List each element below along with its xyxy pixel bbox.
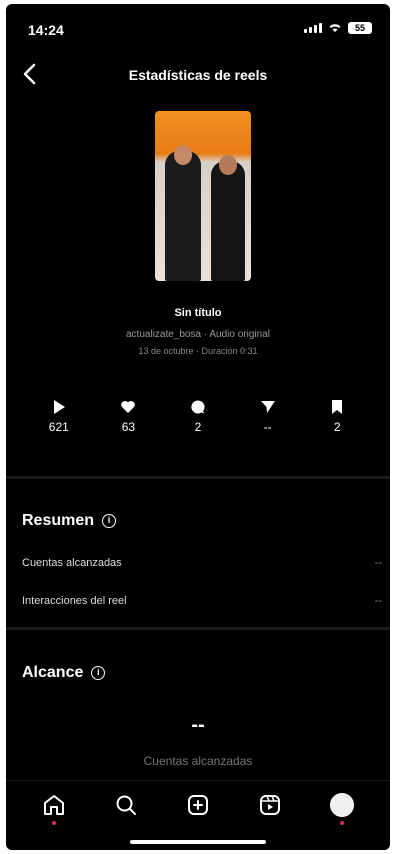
row-label: Interacciones del reel	[22, 595, 127, 607]
stat-comments: 2	[173, 398, 223, 434]
tab-search[interactable]	[108, 793, 144, 829]
avatar	[330, 793, 354, 817]
reach-title: Alcance	[22, 664, 84, 681]
stat-shares: --	[243, 398, 293, 434]
status-time: 14:24	[28, 22, 64, 38]
notification-dot	[52, 821, 56, 825]
home-indicator	[130, 840, 266, 844]
status-icons: 55	[304, 22, 372, 34]
tab-home[interactable]	[36, 793, 72, 829]
stat-value: 63	[121, 420, 136, 434]
stat-plays: 621	[34, 398, 84, 434]
divider	[6, 627, 390, 630]
plus-square-icon	[188, 795, 208, 815]
reach-label: Cuentas alcanzadas	[143, 754, 253, 768]
tab-profile[interactable]	[324, 793, 360, 829]
stat-value: 621	[48, 420, 69, 434]
info-icon[interactable]: i	[91, 666, 106, 680]
row-value: --	[374, 557, 382, 569]
info-icon[interactable]: i	[102, 514, 117, 528]
battery-icon: 55	[348, 22, 372, 34]
summary-row-reached[interactable]: Cuentas alcanzadas --	[22, 557, 382, 569]
stat-value: --	[263, 420, 272, 434]
tab-reels[interactable]	[252, 793, 288, 829]
share-icon	[260, 401, 275, 413]
bookmark-icon	[332, 400, 343, 414]
comment-icon	[191, 400, 205, 414]
row-value: --	[374, 595, 382, 607]
wifi-icon	[329, 24, 341, 32]
summary-row-interactions[interactable]: Interacciones del reel --	[22, 595, 382, 607]
divider	[6, 476, 390, 479]
signal-icon	[304, 23, 322, 33]
status-bar: 14:24 55	[6, 4, 390, 52]
heart-icon	[121, 401, 136, 413]
home-icon	[44, 795, 64, 815]
reel-name: Sin título	[174, 307, 222, 319]
header: Estadísticas de reels	[6, 60, 390, 92]
stat-value: 2	[333, 420, 341, 434]
summary-title: Resumen	[22, 512, 95, 529]
summary-section-title: Resumen i	[22, 512, 117, 530]
reel-audio[interactable]: actualizate_bosa · Audio original	[6, 329, 390, 340]
tab-create[interactable]	[180, 793, 216, 829]
stats-row: 621 63 2 -- 2	[6, 398, 390, 434]
row-label: Cuentas alcanzadas	[22, 557, 122, 569]
phone-screen: 14:24 55 Estadísticas de reels Sin títul…	[6, 4, 390, 850]
page-title: Estadísticas de reels	[128, 67, 268, 83]
search-icon	[116, 795, 136, 815]
notification-dot	[340, 821, 344, 825]
stat-value: 2	[194, 420, 202, 434]
stat-saves: 2	[312, 398, 362, 434]
reel-meta: Sin título actualizate_bosa · Audio orig…	[6, 307, 390, 356]
stat-likes: 63	[103, 398, 153, 434]
reel-thumbnail[interactable]	[155, 111, 251, 281]
reach-section-title: Alcance i	[22, 664, 106, 682]
reel-date: 13 de octubre · Duración 0:31	[138, 346, 258, 356]
reels-icon	[260, 795, 280, 815]
reach-value: --	[191, 714, 205, 736]
play-icon	[53, 400, 65, 414]
